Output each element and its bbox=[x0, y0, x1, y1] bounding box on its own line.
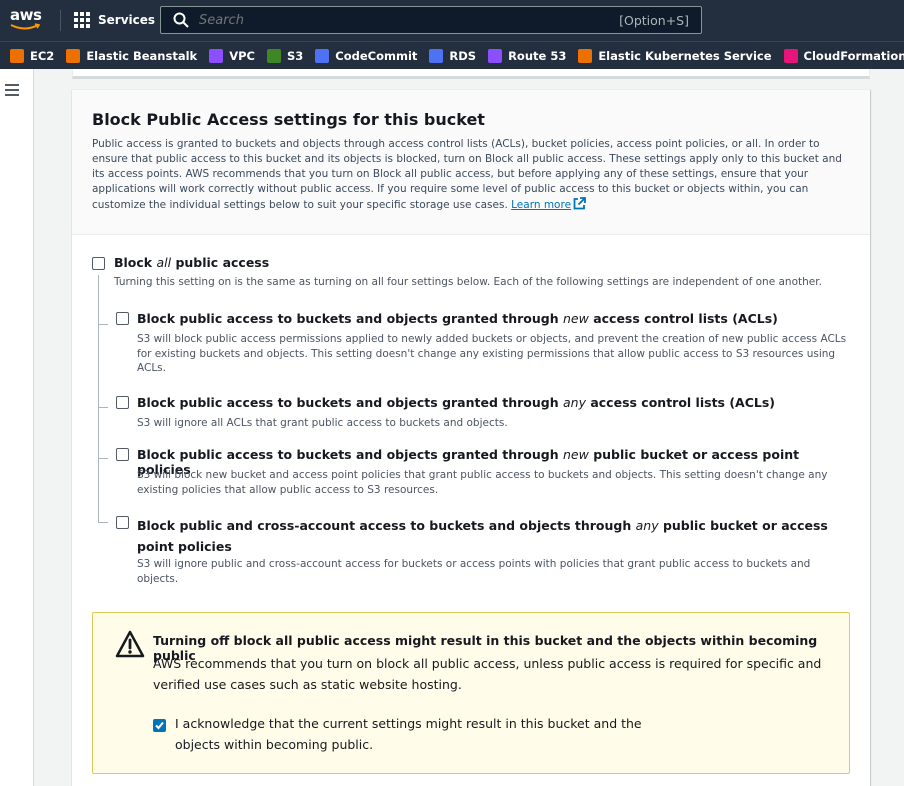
favorite-label: EC2 bbox=[30, 48, 55, 63]
tree-connector bbox=[98, 324, 108, 325]
tree-connector bbox=[98, 458, 108, 459]
search-input[interactable] bbox=[199, 12, 620, 28]
setting-label-post: access control lists (ACLs) bbox=[585, 395, 776, 410]
external-link-icon[interactable] bbox=[573, 197, 586, 210]
setting-label-em: any bbox=[635, 518, 659, 533]
panel-description: Public access is granted to buckets and … bbox=[92, 137, 854, 213]
favorite-rds[interactable]: RDS bbox=[429, 48, 477, 63]
favorite-codecommit[interactable]: CodeCommit bbox=[315, 48, 418, 63]
favorite-eks[interactable]: Elastic Kubernetes Service bbox=[578, 48, 772, 63]
tree-connector bbox=[98, 275, 99, 523]
favorite-vpc[interactable]: VPC bbox=[209, 48, 255, 63]
block-any-policies-checkbox[interactable] bbox=[116, 516, 129, 529]
setting-label-em: new bbox=[563, 311, 589, 326]
block-any-policies-label: Block public and cross-account access to… bbox=[137, 515, 837, 557]
block-new-acls-label: Block public access to buckets and objec… bbox=[137, 311, 852, 326]
acknowledge-checkbox[interactable] bbox=[153, 719, 166, 732]
panel-header: Block Public Access settings for this bu… bbox=[72, 90, 870, 235]
aws-logo-text: aws bbox=[10, 6, 42, 24]
vpc-icon bbox=[209, 48, 224, 63]
warning-body: AWS recommends that you turn on block al… bbox=[153, 656, 822, 692]
favorite-label: VPC bbox=[229, 48, 255, 63]
favorites-bar: EC2 Elastic Beanstalk VPC S3 CodeCommit RDS Ro… bbox=[0, 41, 904, 69]
aws-smile-icon bbox=[10, 23, 41, 30]
previous-panel-edge bbox=[72, 69, 870, 79]
warning-icon bbox=[115, 630, 145, 658]
elastic-beanstalk-icon bbox=[66, 48, 81, 63]
favorite-cloudformation[interactable]: CloudFormation bbox=[783, 48, 904, 63]
favorite-label: S3 bbox=[286, 48, 304, 63]
search-icon bbox=[173, 12, 189, 28]
block-any-acls-description: S3 will ignore all ACLs that grant publi… bbox=[137, 417, 508, 429]
block-any-policies-description: S3 will ignore public and cross-account … bbox=[137, 558, 811, 585]
aws-logo[interactable]: aws bbox=[10, 7, 46, 35]
setting-label-pre: Block public access to buckets and objec… bbox=[137, 311, 563, 326]
block-new-policies-checkbox[interactable] bbox=[116, 448, 129, 461]
codecommit-icon bbox=[315, 48, 330, 63]
block-any-acls-label: Block public access to buckets and objec… bbox=[137, 395, 852, 410]
services-button[interactable]: Services bbox=[74, 9, 155, 31]
block-new-acls-description: S3 will block public access permissions … bbox=[137, 333, 847, 374]
block-all-checkbox[interactable] bbox=[92, 257, 105, 270]
eks-icon bbox=[578, 48, 593, 63]
block-all-description: Turning this setting on is the same as t… bbox=[114, 276, 822, 288]
favorite-label: Elastic Kubernetes Service bbox=[598, 48, 772, 63]
tree-connector bbox=[98, 522, 108, 523]
panel-description-text: Public access is granted to buckets and … bbox=[92, 138, 842, 211]
menu-icon[interactable] bbox=[5, 84, 19, 96]
services-label: Services bbox=[98, 13, 156, 27]
top-navigation-bar: aws Services [Option+S] bbox=[0, 0, 904, 41]
block-new-policies-description: S3 will block new bucket and access poin… bbox=[137, 469, 828, 496]
side-navigation-strip bbox=[0, 69, 34, 786]
favorite-s3[interactable]: S3 bbox=[266, 48, 304, 63]
setting-label-pre: Block public and cross-account access to… bbox=[137, 518, 636, 533]
setting-label-em: new bbox=[563, 447, 589, 462]
setting-label-post: access control lists (ACLs) bbox=[588, 311, 778, 326]
setting-label-pre: Block public access to buckets and objec… bbox=[137, 447, 563, 462]
favorite-route53[interactable]: Route 53 bbox=[488, 48, 567, 63]
favorite-label: CloudFormation bbox=[803, 48, 904, 63]
route53-icon bbox=[488, 48, 503, 63]
public-access-warning: Turning off block all public access migh… bbox=[92, 612, 850, 774]
learn-more-link[interactable]: Learn more bbox=[511, 199, 571, 211]
block-all-label-post: public access bbox=[171, 255, 270, 270]
checkmark-icon bbox=[155, 721, 164, 730]
panel-title: Block Public Access settings for this bu… bbox=[92, 110, 485, 129]
acknowledge-label: I acknowledge that the current settings … bbox=[175, 716, 642, 752]
acknowledge-row: I acknowledge that the current settings … bbox=[153, 715, 673, 752]
block-all-label: Block all public access bbox=[114, 255, 269, 270]
nav-divider bbox=[60, 10, 61, 31]
favorite-label: CodeCommit bbox=[335, 48, 418, 63]
services-grid-icon bbox=[74, 12, 90, 28]
ec2-icon bbox=[10, 48, 24, 63]
search-shortcut-hint: [Option+S] bbox=[619, 12, 689, 28]
tree-connector bbox=[98, 407, 108, 408]
setting-label-em: any bbox=[563, 395, 586, 410]
block-public-access-panel: Block Public Access settings for this bu… bbox=[72, 89, 870, 786]
favorite-label: Elastic Beanstalk bbox=[86, 48, 198, 63]
search-box[interactable]: [Option+S] bbox=[160, 6, 702, 34]
favorite-label: Route 53 bbox=[508, 48, 567, 63]
setting-label-pre: Block public access to buckets and objec… bbox=[137, 395, 563, 410]
block-all-label-pre: Block bbox=[114, 255, 157, 270]
block-all-label-em: all bbox=[156, 255, 172, 270]
block-any-acls-checkbox[interactable] bbox=[116, 396, 129, 409]
block-new-acls-checkbox[interactable] bbox=[116, 312, 129, 325]
s3-icon bbox=[266, 48, 281, 63]
favorite-label: RDS bbox=[449, 48, 477, 63]
rds-icon bbox=[429, 48, 444, 63]
favorite-elastic-beanstalk[interactable]: Elastic Beanstalk bbox=[66, 48, 198, 63]
cloudformation-icon bbox=[783, 48, 798, 63]
favorite-ec2[interactable]: EC2 bbox=[10, 48, 55, 63]
